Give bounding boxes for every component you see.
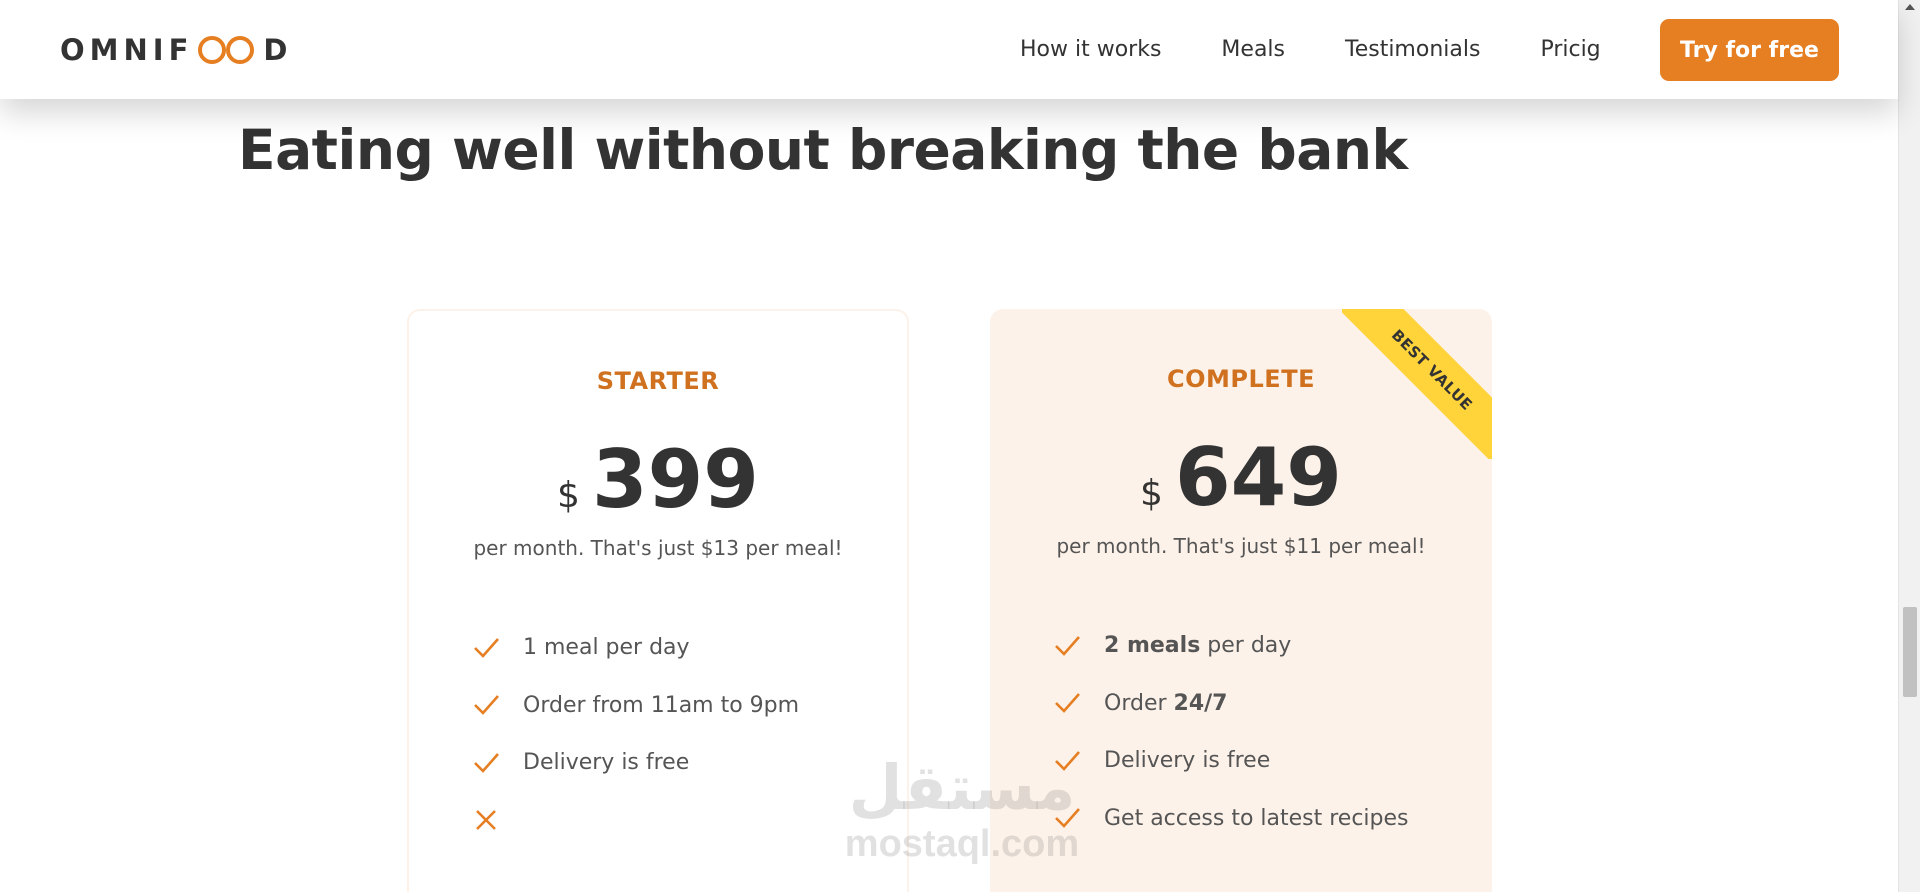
logo-text-start: OMNIF: [60, 33, 194, 67]
watermark-latin: mostaql.com: [844, 823, 1080, 865]
feature-item: Get access to latest recipes: [1052, 790, 1409, 848]
feature-item: Order from 11am to 9pm: [471, 677, 799, 735]
currency-sign: $: [1140, 473, 1163, 514]
omnifood-logo[interactable]: OMNIF D: [60, 31, 292, 69]
feature-text: 2 meals per day: [1104, 633, 1291, 658]
feature-item: Delivery is free: [1052, 732, 1409, 790]
currency-sign: $: [557, 475, 580, 516]
plan-price: 649: [1174, 431, 1342, 524]
main-nav: How it works Meals Testimonials Pricig: [1020, 36, 1601, 64]
scroll-thumb[interactable]: [1903, 607, 1917, 697]
check-icon: [1055, 635, 1080, 656]
feature-item: Order 24/7: [1052, 675, 1409, 733]
price-note: per month. That's just $13 per meal!: [473, 536, 843, 560]
nav-pricing[interactable]: Pricig: [1540, 36, 1600, 64]
mostaql-watermark: مستقل mostaql.com: [842, 751, 1082, 865]
check-icon: [474, 752, 499, 773]
feature-item: Delivery is free: [471, 734, 799, 792]
page: OMNIF D How it works Meals Testimonials …: [0, 0, 1920, 892]
feature-text: Delivery is free: [1104, 748, 1271, 774]
feature-text: Order 24/7: [1104, 691, 1227, 716]
nav-how-it-works[interactable]: How it works: [1020, 36, 1161, 64]
price-row: $ 399: [409, 431, 907, 529]
feature-text: 1 meal per day: [523, 635, 690, 661]
feature-item: 1 meal per day: [471, 619, 799, 677]
nav-testimonials[interactable]: Testimonials: [1345, 36, 1480, 64]
try-for-free-button[interactable]: Try for free: [1660, 19, 1839, 81]
watermark-arabic: مستقل: [848, 751, 1076, 824]
feature-text: Order from 11am to 9pm: [523, 692, 800, 718]
feature-rest: per day: [1200, 633, 1292, 659]
plan-name: STARTER: [596, 367, 720, 395]
section-heading: Eating well without breaking the bank: [238, 118, 1408, 182]
feature-text: Get access to latest recipes: [1104, 805, 1409, 831]
price-row: $ 649: [990, 429, 1492, 527]
nav-meals[interactable]: Meals: [1221, 36, 1285, 64]
logo-text-end: D: [263, 33, 293, 67]
scroll-up-arrow-icon[interactable]: [1905, 4, 1915, 10]
vertical-scrollbar[interactable]: [1898, 0, 1920, 892]
feature-item: 2 meals per day: [1052, 617, 1409, 675]
feature-text: Delivery is free: [523, 750, 690, 776]
site-header: OMNIF D How it works Meals Testimonials …: [0, 0, 1898, 99]
check-icon: [474, 695, 499, 716]
check-icon: [1055, 693, 1080, 714]
feature-item: [471, 792, 799, 850]
feature-rest: Order: [1104, 690, 1174, 716]
plan-name: COMPLETE: [1167, 365, 1315, 393]
plan-price: 399: [591, 433, 759, 526]
close-icon: [476, 810, 496, 831]
infinity-logo-icon: [198, 36, 255, 64]
feature-list: 1 meal per day Order from 11am to 9pm De…: [471, 619, 799, 849]
feature-list: 2 meals per day Order 24/7 Delivery is f…: [1052, 617, 1409, 847]
price-note: per month. That's just $11 per meal!: [1056, 534, 1426, 558]
feature-bold: 24/7: [1173, 690, 1228, 716]
check-icon: [474, 637, 499, 658]
pricing-card-starter: STARTER $ 399 per month. That's just $13…: [407, 309, 909, 892]
feature-bold: 2 meals: [1104, 633, 1201, 659]
